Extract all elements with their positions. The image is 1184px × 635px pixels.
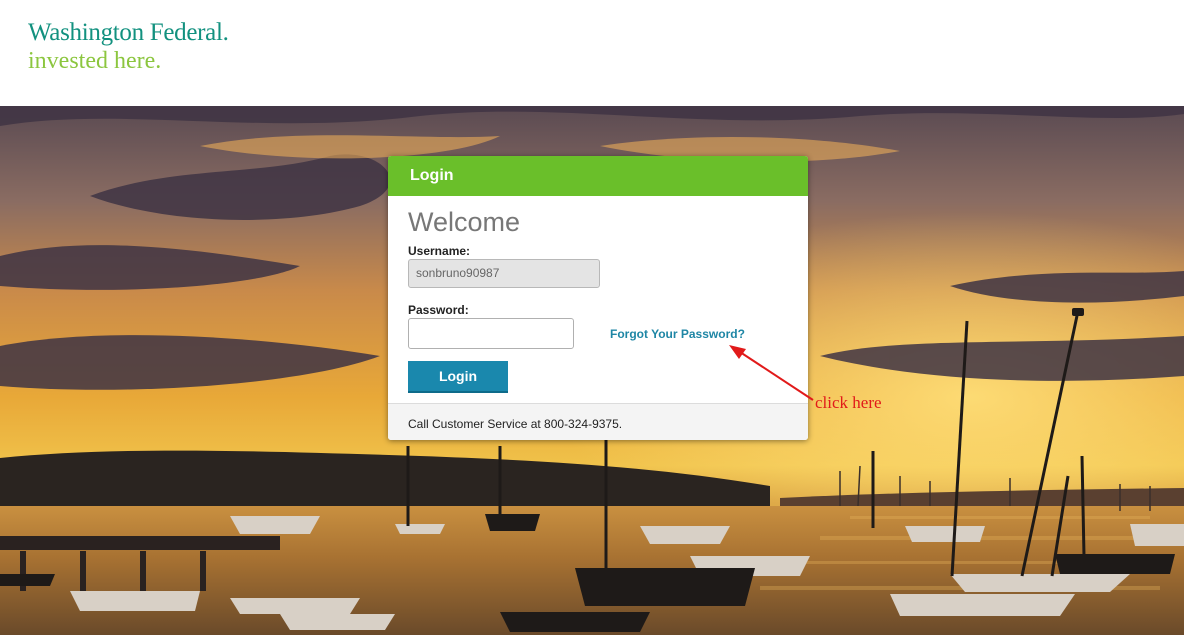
login-panel: Login Welcome Username: sonbruno90987 Pa… <box>388 156 808 440</box>
login-button[interactable]: Login <box>408 361 508 393</box>
forgot-password-link[interactable]: Forgot Your Password? <box>610 327 745 341</box>
brand-logo[interactable]: Washington Federal. invested here. <box>28 18 229 74</box>
login-panel-footer: Call Customer Service at 800-324-9375. <box>388 403 808 440</box>
password-label: Password: <box>408 303 469 317</box>
customer-service-text: Call Customer Service at 800-324-9375. <box>408 417 623 431</box>
brand-tagline: invested here. <box>28 48 162 74</box>
annotation-click-here: click here <box>815 393 882 412</box>
welcome-heading: Welcome <box>408 207 521 237</box>
brand-name: Washington Federal. <box>28 19 229 46</box>
site-header: Washington Federal. invested here. <box>0 0 1184 106</box>
username-field[interactable]: sonbruno90987 <box>408 259 600 288</box>
login-panel-header: Login <box>388 156 808 196</box>
username-label: Username: <box>408 244 471 258</box>
password-field[interactable] <box>408 318 574 349</box>
